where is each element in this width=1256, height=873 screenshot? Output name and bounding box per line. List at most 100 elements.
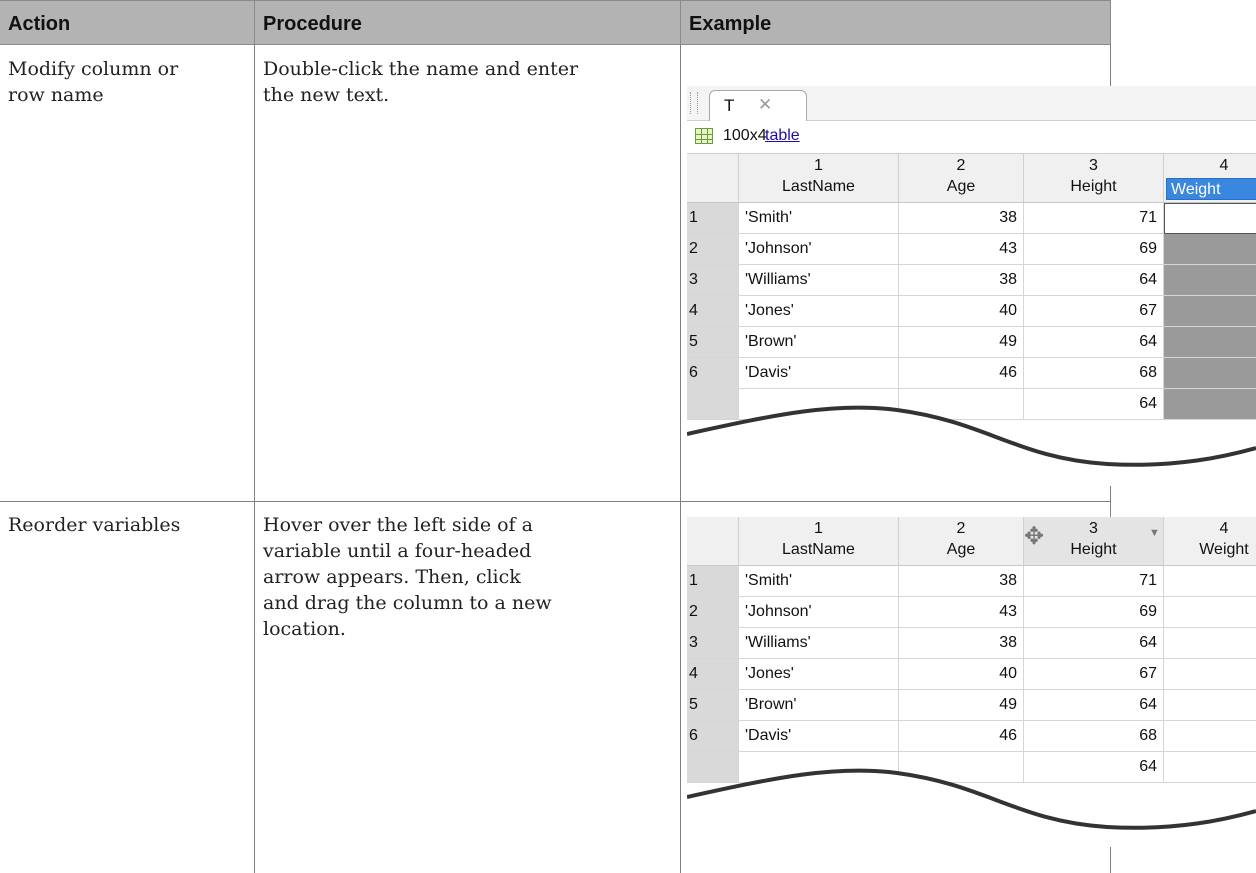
cell-age[interactable]: 38 <box>899 265 1024 296</box>
cell-age[interactable]: 49 <box>899 327 1024 358</box>
cell-lastname[interactable]: 'Johnson' <box>739 597 899 628</box>
variable-dimensions: 100x4 <box>723 127 767 144</box>
column-number: 3 <box>1089 157 1098 174</box>
cell-lastname[interactable]: 'Brown' <box>739 327 899 358</box>
cell-age[interactable]: 40 <box>899 659 1024 690</box>
column-name: Height <box>1070 178 1117 195</box>
cell-age[interactable]: 38 <box>899 566 1024 597</box>
cell-lastname[interactable]: 'Smith' <box>739 203 899 234</box>
row-index[interactable]: 6 <box>687 721 739 752</box>
row1-procedure: Double-click the name and enter the new … <box>263 56 673 108</box>
cell-lastname[interactable]: 'Brown' <box>739 690 899 721</box>
cell-age[interactable]: 46 <box>899 358 1024 389</box>
cell-height[interactable]: 71 <box>1024 566 1164 597</box>
cell-weight[interactable] <box>1164 327 1256 358</box>
cell-height[interactable]: 68 <box>1024 721 1164 752</box>
cell-height[interactable]: 64 <box>1024 628 1164 659</box>
column-header-age[interactable]: 2 Age <box>899 517 1024 565</box>
column-number: 1 <box>814 520 823 537</box>
header-action: Action <box>0 0 255 45</box>
cell-age[interactable]: 49 <box>899 690 1024 721</box>
row-index[interactable]: 4 <box>687 659 739 690</box>
four-headed-arrow-icon[interactable]: ✥ <box>1024 525 1044 549</box>
cell-weight[interactable] <box>1164 296 1256 327</box>
column-name: Age <box>946 541 976 558</box>
header-example: Example <box>681 0 1111 45</box>
cell-weight[interactable] <box>1164 721 1256 752</box>
cell-lastname[interactable]: 'Davis' <box>739 721 899 752</box>
column-header-height[interactable]: 3 Height <box>1024 154 1164 202</box>
column-header-lastname[interactable]: 1 LastName <box>739 154 899 202</box>
table-icon <box>695 128 713 144</box>
col-divider-2 <box>680 45 681 873</box>
row2-procedure-line2: variable until a four-headed <box>263 540 532 562</box>
column-header-weight[interactable]: 4 Weight <box>1164 517 1256 565</box>
example2-variable-editor: 1 LastName 2 Age 3 Height ✥ ▼ 4 Weight 1… <box>687 517 1256 847</box>
row1-action-line2: row name <box>8 84 104 106</box>
row-index[interactable]: 4 <box>687 296 739 327</box>
column-name: Height <box>1070 541 1117 558</box>
cell-lastname[interactable]: 'Johnson' <box>739 234 899 265</box>
cell-weight[interactable] <box>1164 265 1256 296</box>
cell-weight[interactable] <box>1164 628 1256 659</box>
row-index[interactable]: 1 <box>687 566 739 597</box>
cell-height[interactable]: 64 <box>1024 265 1164 296</box>
row-index[interactable]: 3 <box>687 265 739 296</box>
column-number: 3 <box>1089 520 1098 537</box>
cell-height[interactable]: 67 <box>1024 659 1164 690</box>
row-index[interactable]: 5 <box>687 690 739 721</box>
cell-age[interactable]: 46 <box>899 721 1024 752</box>
column-number: 2 <box>956 520 966 537</box>
column-header-height[interactable]: 3 Height ✥ ▼ <box>1024 517 1164 565</box>
cell-weight[interactable] <box>1164 234 1256 265</box>
column-number: 2 <box>956 157 966 174</box>
row-index[interactable]: 3 <box>687 628 739 659</box>
row-index[interactable]: 6 <box>687 358 739 389</box>
cell-height[interactable]: 71 <box>1024 203 1164 234</box>
column-number: 1 <box>814 157 823 174</box>
cell-weight[interactable] <box>1164 358 1256 389</box>
cell-weight[interactable] <box>1164 566 1256 597</box>
tab-T[interactable]: T ✕ <box>709 90 807 121</box>
variable-info-bar: 100x4 table <box>687 121 1256 154</box>
cell-lastname[interactable]: 'Williams' <box>739 628 899 659</box>
row-index[interactable]: 2 <box>687 597 739 628</box>
cell-lastname[interactable]: 'Smith' <box>739 566 899 597</box>
cell-height[interactable]: 64 <box>1024 327 1164 358</box>
cell-lastname[interactable]: 'Williams' <box>739 265 899 296</box>
column-header-lastname[interactable]: 1 LastName <box>739 517 899 565</box>
cell-weight[interactable] <box>1164 690 1256 721</box>
row2-action: Reorder variables <box>8 512 248 538</box>
cell-weight[interactable] <box>1164 203 1256 234</box>
column-header-row: 1 LastName 2 Age 3 Height ✥ ▼ 4 Weight <box>687 517 1256 566</box>
cell-height[interactable]: 69 <box>1024 597 1164 628</box>
cell-weight[interactable] <box>1164 659 1256 690</box>
row-index[interactable]: 1 <box>687 203 739 234</box>
close-icon[interactable]: ✕ <box>758 95 772 115</box>
row-index[interactable]: 5 <box>687 327 739 358</box>
cell-height[interactable]: 67 <box>1024 296 1164 327</box>
sort-dropdown-icon[interactable]: ▼ <box>1149 527 1160 539</box>
variable-type-link[interactable]: table <box>765 127 800 145</box>
cell-lastname[interactable]: 'Jones' <box>739 296 899 327</box>
row-index[interactable]: 2 <box>687 234 739 265</box>
cell-height[interactable]: 68 <box>1024 358 1164 389</box>
cell-height[interactable]: 69 <box>1024 234 1164 265</box>
torn-edge-graphic <box>687 405 1256 486</box>
cell-height[interactable]: 64 <box>1024 690 1164 721</box>
cell-age[interactable]: 38 <box>899 628 1024 659</box>
drag-grip-icon[interactable] <box>690 92 698 114</box>
cell-weight[interactable] <box>1164 597 1256 628</box>
cell-age[interactable]: 43 <box>899 234 1024 265</box>
column-header-age[interactable]: 2 Age <box>899 154 1024 202</box>
cell-age[interactable]: 43 <box>899 597 1024 628</box>
cell-lastname[interactable]: 'Jones' <box>739 659 899 690</box>
cell-lastname[interactable]: 'Davis' <box>739 358 899 389</box>
column-name: LastName <box>782 178 855 195</box>
row1-action-line1: Modify column or <box>8 58 179 80</box>
corner-cell <box>687 517 739 565</box>
column-name-edit-field[interactable]: Weight <box>1166 178 1256 200</box>
cell-age[interactable]: 40 <box>899 296 1024 327</box>
cell-age[interactable]: 38 <box>899 203 1024 234</box>
header-procedure: Procedure <box>255 0 681 45</box>
